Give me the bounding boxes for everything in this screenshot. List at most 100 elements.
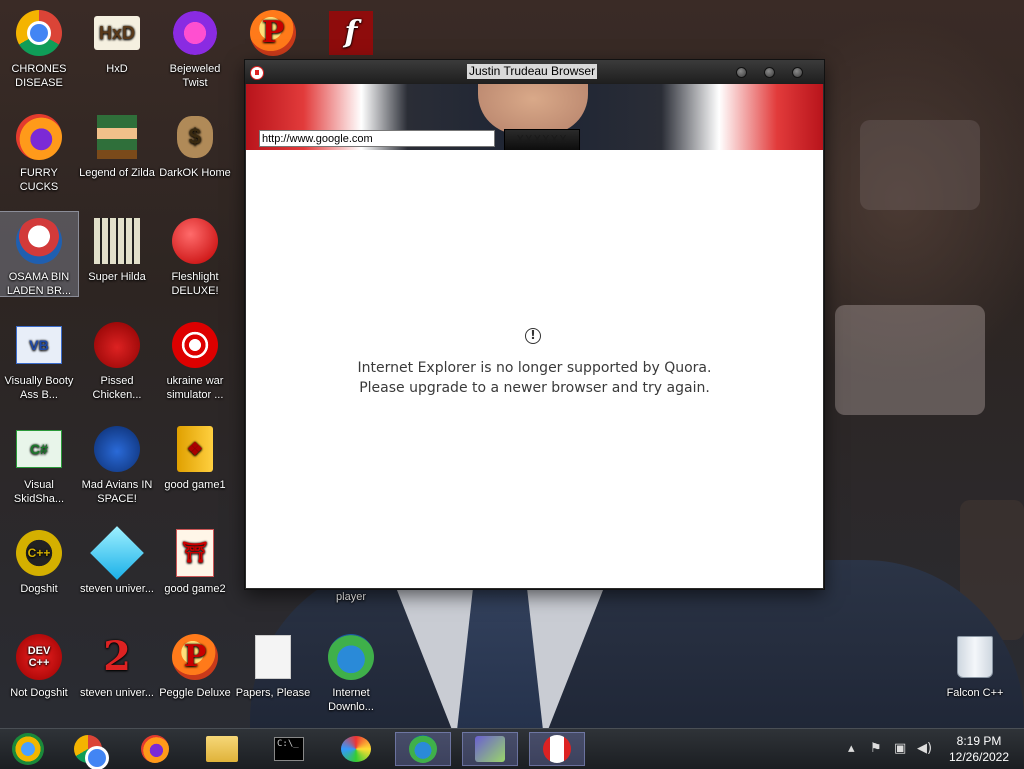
- radiation-icon: [172, 322, 218, 368]
- peggle-icon: P: [172, 634, 218, 680]
- desktop-icon-label: Legend of Zilda: [79, 167, 155, 179]
- desktop-icon-label: ukraine war simulator ...: [166, 375, 224, 401]
- firefox-icon: [16, 114, 62, 160]
- desktop-icon-label: Fleshlight DELUXE!: [171, 271, 219, 297]
- red-creature-icon: [172, 218, 218, 264]
- firefox-icon: [141, 735, 169, 763]
- desktop-icon-bejeweled-twist[interactable]: Bejeweled Twist: [156, 4, 234, 90]
- taskbar-chrome[interactable]: [60, 732, 116, 767]
- desktop-icon-good-game2[interactable]: ⛩ good game2: [156, 524, 234, 596]
- desktop-icon-peggle-deluxe[interactable]: P Peggle Deluxe: [156, 628, 234, 700]
- taskbar-justin-trudeau-browser[interactable]: [529, 732, 585, 766]
- folder-icon: [206, 736, 238, 762]
- network-icon[interactable]: ▣: [894, 742, 906, 756]
- desktop-icon-label: FURRY CUCKS: [19, 167, 59, 193]
- idm-icon: [328, 634, 374, 680]
- desktop-icon-label: Falcon C++: [946, 687, 1004, 699]
- desktop-icon-label: Mad Avians IN SPACE!: [81, 479, 153, 505]
- logo-icon: [16, 218, 62, 264]
- desktop-icon-label: HxD: [106, 63, 128, 75]
- desktop-icon-darkok-home[interactable]: $ DarkOK Home: [156, 108, 234, 180]
- go-button[interactable]: XXXXXX: [504, 129, 580, 150]
- desktop-icon-not-dogshit[interactable]: DEV C++ Not Dogshit: [0, 628, 78, 700]
- taskbar-file-explorer[interactable]: [194, 732, 250, 766]
- desktop-icon-good-game1[interactable]: ❖ good game1: [156, 420, 234, 492]
- desktop-icon-label: Not Dogshit: [10, 687, 68, 699]
- clock-time: 8:19 PM: [956, 734, 1002, 748]
- desktop-icon-super-hilda[interactable]: Super Hilda: [78, 212, 156, 284]
- dev-cpp-icon: C++: [16, 530, 62, 576]
- vb-project-icon: VB: [16, 326, 62, 364]
- desktop-icon-label: Internet Downlo...: [328, 687, 374, 713]
- unsupported-message-line1: Internet Explorer is no longer supported…: [357, 360, 712, 376]
- chrome-icon: [16, 10, 62, 56]
- desktop-icon-label: Dogshit: [20, 583, 58, 595]
- clock-date: 12/26/2022: [948, 750, 1010, 764]
- url-input[interactable]: [259, 130, 495, 147]
- canada-flag-icon: [250, 66, 264, 80]
- banner-portrait: [478, 84, 588, 134]
- desktop-icon-label: good game2: [164, 583, 226, 595]
- volume-icon[interactable]: ◀): [917, 742, 932, 756]
- show-hidden-icons-chevron-icon[interactable]: ▴: [848, 742, 855, 756]
- desktop-icon-internet-download-manager[interactable]: Internet Downlo...: [312, 628, 390, 714]
- desktop-icon-steven-univer-1[interactable]: steven univer...: [78, 524, 156, 596]
- desktop-icon-label: Visually Booty Ass B...: [4, 375, 74, 401]
- dev-cpp-icon: DEV C++: [16, 634, 62, 680]
- desktop-icon-label: CHRONES DISEASE: [11, 63, 67, 89]
- desktop-icon-legend-of-zilda[interactable]: Legend of Zilda: [78, 108, 156, 180]
- action-center-flag-icon[interactable]: ⚑: [870, 742, 882, 756]
- desktop-icon-label: Papers, Please: [235, 687, 311, 699]
- minimize-button[interactable]: [736, 67, 747, 78]
- desktop-icon-visual-skidsha[interactable]: C# Visual SkidSha...: [0, 420, 78, 506]
- desktop-icon-steven-univer-2[interactable]: 2 steven univer...: [78, 628, 156, 700]
- desktop-icon-furry-cucks[interactable]: FURRY CUCKS: [0, 108, 78, 194]
- desktop-icon-osama-bin-laden[interactable]: OSAMA BIN LADEN BR...: [0, 211, 79, 297]
- desktop-icon-chrones-disease[interactable]: CHRONES DISEASE: [0, 4, 78, 90]
- desktop-icon-ukraine-war-simulator[interactable]: ukraine war simulator ...: [156, 316, 234, 402]
- number-two-icon: 2: [103, 633, 131, 680]
- system-clock[interactable]: 8:19 PM 12/26/2022: [948, 733, 1010, 765]
- window-title: Justin Trudeau Browser: [467, 64, 598, 79]
- desktop-icon-mad-avians[interactable]: Mad Avians IN SPACE!: [78, 420, 156, 506]
- game-sprite-icon: [97, 115, 137, 159]
- recycle-bin-icon: [957, 636, 993, 678]
- desktop-icon-label: DarkOK Home: [159, 167, 231, 179]
- blank-file-icon: [255, 635, 291, 679]
- desktop-icon-falcon-cpp[interactable]: Falcon C++: [936, 628, 1014, 700]
- pixel-art-icon: [94, 218, 140, 264]
- taskbar-paint[interactable]: [328, 732, 384, 766]
- taskbar-command-prompt[interactable]: C:\_: [261, 732, 317, 766]
- desktop-icon-label: steven univer...: [80, 583, 154, 595]
- browser-window: Justin Trudeau Browser XXXXXX ! Internet…: [245, 60, 824, 589]
- desktop-icon-label: Bejeweled Twist: [169, 63, 221, 89]
- flash-icon: f: [329, 11, 373, 55]
- desktop-icon-hxd[interactable]: HxD HxD: [78, 4, 156, 76]
- desktop-icon-visually-booty[interactable]: VB Visually Booty Ass B...: [0, 316, 78, 402]
- taskbar-app[interactable]: [462, 732, 518, 766]
- desktop-icon-label: Super Hilda: [88, 271, 146, 283]
- desktop-icon-pissed-chicken[interactable]: Pissed Chicken...: [78, 316, 156, 402]
- taskbar-internet-download-manager[interactable]: [395, 732, 451, 766]
- desktop: CHRONES DISEASE HxD HxD Bejeweled Twist …: [0, 0, 1024, 728]
- taskbar-firefox[interactable]: [127, 732, 183, 766]
- desktop-icon-label: Peggle Deluxe: [159, 687, 231, 699]
- desktop-icon-fleshlight-deluxe[interactable]: Fleshlight DELUXE!: [156, 212, 234, 298]
- window-titlebar[interactable]: Justin Trudeau Browser: [245, 60, 824, 84]
- desktop-icon-papers-please[interactable]: Papers, Please: [234, 628, 312, 700]
- desktop-icon-dogshit[interactable]: C++ Dogshit: [0, 524, 78, 596]
- desktop-icon-player-partial[interactable]: player: [312, 590, 390, 604]
- unsupported-message-line2: Please upgrade to a newer browser and tr…: [359, 380, 710, 396]
- start-button[interactable]: [0, 732, 56, 766]
- close-button[interactable]: [792, 67, 803, 78]
- maximize-button[interactable]: [764, 67, 775, 78]
- money-bag-icon: $: [177, 116, 213, 158]
- background-light: [860, 120, 980, 210]
- idm-icon: [409, 735, 437, 763]
- diamond-icon: [90, 526, 144, 580]
- desktop-icon-label: player: [336, 591, 366, 603]
- browser-banner: XXXXXX: [246, 84, 823, 150]
- desktop-icon-flash[interactable]: f: [312, 4, 390, 62]
- desktop-icon-peggle[interactable]: P: [234, 4, 312, 62]
- users-icon: [475, 736, 505, 762]
